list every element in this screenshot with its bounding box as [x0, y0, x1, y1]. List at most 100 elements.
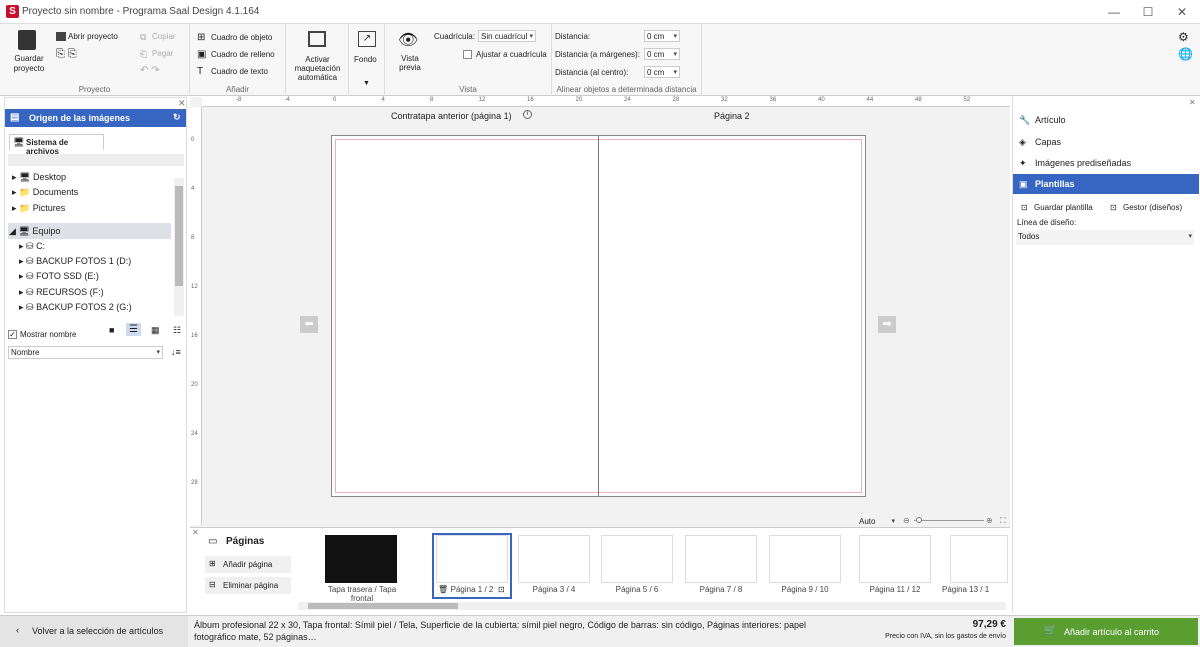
refresh-icon[interactable]: ↻	[173, 112, 181, 123]
info-icon[interactable]: i	[523, 110, 532, 119]
app-logo: S	[6, 5, 19, 18]
thumb-page-13[interactable]	[950, 535, 1008, 583]
add-page-button[interactable]: ⊞ Añadir página	[205, 556, 291, 573]
object-box-button[interactable]: Cuadro de objeto	[211, 33, 272, 42]
zoom-slider-handle[interactable]	[916, 517, 922, 523]
auto-layout-button[interactable]: Activar maquetación automática	[288, 55, 347, 82]
tree-item-drive-d[interactable]: ▸ ⛁ BACKUP FOTOS 1 (D:)	[19, 256, 131, 267]
tree-label: Equipo	[32, 226, 61, 236]
clipart-item[interactable]: ✦ Imágenes prediseñadas	[1013, 153, 1199, 173]
remove-page-button[interactable]: ⊟ Eliminar página	[205, 577, 291, 594]
ruler-tick-label: 32	[721, 97, 728, 103]
item-label: Imágenes prediseñadas	[1035, 158, 1132, 168]
tree-item-drive-c[interactable]: ▸ ⛁ C:	[19, 241, 45, 252]
undo-redo-icons[interactable]: ↶ ↷	[140, 65, 160, 76]
tree-item-drive-g[interactable]: ▸ ⛁ BACKUP FOTOS 2 (G:)	[19, 302, 132, 313]
save-template-button[interactable]: Guardar plantilla	[1034, 203, 1093, 212]
page-spread[interactable]	[331, 135, 866, 497]
design-manager-button[interactable]: Gestor (diseños)	[1123, 203, 1182, 212]
chevron-down-icon[interactable]: ▼	[363, 80, 370, 87]
preview-button[interactable]: Vista previa	[393, 54, 427, 72]
thumb-page-11-12[interactable]	[859, 535, 931, 583]
distance-center-input[interactable]: 0 cm	[644, 66, 680, 78]
thumb-page-9-10[interactable]	[769, 535, 841, 583]
layers-item[interactable]: ◈ Capas	[1013, 132, 1199, 152]
scrollbar-thumb[interactable]	[175, 186, 183, 286]
tree-scrollbar[interactable]	[174, 178, 184, 316]
next-page-arrow-icon[interactable]: ➡	[878, 316, 896, 333]
tree-label: BACKUP FOTOS 2 (G:)	[36, 302, 132, 312]
article-item[interactable]: 🔧 Artículo	[1013, 110, 1199, 130]
snap-label: Ajustar a cuadrícula	[476, 50, 547, 59]
templates-item[interactable]: ▣ Plantillas	[1013, 174, 1199, 194]
prev-page-arrow-icon[interactable]: ⬅	[300, 316, 318, 333]
zoom-out-icon[interactable]: ⊖	[903, 516, 910, 525]
thumb-page-5-6[interactable]	[601, 535, 673, 583]
save-project-button[interactable]: Guardar proyecto	[6, 54, 52, 74]
text-box-button[interactable]: Cuadro de texto	[211, 67, 268, 76]
gear-icon[interactable]: ⚙	[1178, 30, 1189, 44]
tree-item-desktop[interactable]: ▸ 🖥 Desktop	[12, 172, 66, 183]
tree-item-drive-e[interactable]: ▸ ⛁ FOTO SSD (E:)	[19, 271, 99, 282]
group-fondo: ↗ Fondo ▼	[349, 24, 385, 96]
group-label: Vista	[459, 85, 477, 94]
pages-title: Páginas	[226, 536, 265, 547]
tree-item-equipo[interactable]: ◢ 🖥 Equipo	[9, 226, 60, 237]
ruler-tick-label: 8	[191, 235, 195, 241]
zoom-slider[interactable]	[914, 520, 984, 521]
show-name-checkbox[interactable]: ✓	[8, 330, 17, 339]
minimize-icon[interactable]: —	[1106, 4, 1122, 20]
distance-margin-input[interactable]: 0 cm	[644, 48, 680, 60]
add-page-icon: ⊞	[209, 559, 216, 568]
add-to-cart-button[interactable]: 🛒 Añadir artículo al carrito	[1014, 618, 1198, 645]
thumb-page-3-4[interactable]	[518, 535, 590, 583]
thumb-page-1-2[interactable]	[436, 535, 508, 583]
pages-close-icon[interactable]: ✕	[192, 528, 199, 537]
view-large-icon[interactable]: ■	[109, 325, 114, 335]
pages-scrollbar[interactable]	[298, 602, 1006, 610]
maximize-icon[interactable]: ☐	[1140, 4, 1156, 20]
thumb-page-7-8[interactable]	[685, 535, 757, 583]
thumb-cover[interactable]	[325, 535, 397, 583]
trash-icon[interactable]: 🗑	[438, 585, 448, 594]
right-panel: ✕ 🔧 Artículo ◈ Capas ✦ Imágenes prediseñada…	[1012, 97, 1200, 613]
view-details-icon[interactable]: ☷	[173, 325, 181, 336]
open-project-button[interactable]: Abrir proyecto	[68, 32, 118, 41]
design-line-select[interactable]: Todos	[1016, 230, 1194, 245]
zoom-select[interactable]: Auto	[857, 516, 897, 527]
tree-label: FOTO SSD (E:)	[36, 271, 99, 281]
panel-close-icon[interactable]: ✕	[1189, 98, 1196, 107]
sort-select[interactable]: Nombre	[8, 346, 163, 359]
ruler-tick-label: 24	[191, 431, 198, 437]
tree-label: Documents	[32, 187, 79, 197]
show-name-label: Mostrar nombre	[20, 330, 77, 339]
sort-order-icon[interactable]: ↓≡	[171, 347, 181, 357]
snap-checkbox[interactable]	[463, 50, 472, 59]
background-icon: ↗	[358, 31, 376, 47]
copy-button[interactable]: Copiar	[152, 32, 176, 41]
view-grid-icon[interactable]: ▦	[151, 325, 160, 336]
tree-item-drive-f[interactable]: ▸ ⛁ RECURSOS (F:)	[19, 287, 104, 298]
tree-item-documents[interactable]: ▸ 📁 Documents	[12, 187, 78, 198]
ruler-tick-label: -4	[284, 97, 290, 103]
page-edit-icon[interactable]: ⊡	[498, 585, 505, 594]
scrollbar-thumb[interactable]	[308, 603, 458, 609]
ruler-tick-label: 20	[191, 382, 198, 388]
zoom-in-icon[interactable]: ⊕	[986, 516, 993, 525]
back-button[interactable]: ‹ Volver a la selección de artículos	[0, 616, 188, 647]
tree-item-pictures[interactable]: ▸ 📁 Pictures	[12, 203, 65, 214]
panel-close-icon[interactable]: ✕	[178, 98, 186, 109]
background-button[interactable]: Fondo	[354, 55, 377, 64]
paste-button[interactable]: Pegar	[152, 49, 173, 58]
tab-file-system[interactable]: 🖥 Sistema de archivos	[9, 134, 104, 156]
fill-box-button[interactable]: Cuadro de relleno	[211, 50, 275, 59]
close-icon[interactable]: ✕	[1174, 4, 1190, 20]
view-list-icon[interactable]: ☰	[126, 323, 141, 336]
zoom-fit-icon[interactable]: ⛶	[1000, 516, 1006, 526]
grid-select[interactable]: Sin cuadrícul	[478, 30, 536, 42]
group-auto-layout: Activar maquetación automática	[286, 24, 349, 96]
distance-center-label: Distancia (al centro):	[555, 68, 629, 77]
distance-input[interactable]: 0 cm	[644, 30, 680, 42]
page-import-icons[interactable]: ⎘ ⎘	[56, 48, 77, 61]
globe-icon[interactable]: 🌐	[1178, 47, 1193, 61]
